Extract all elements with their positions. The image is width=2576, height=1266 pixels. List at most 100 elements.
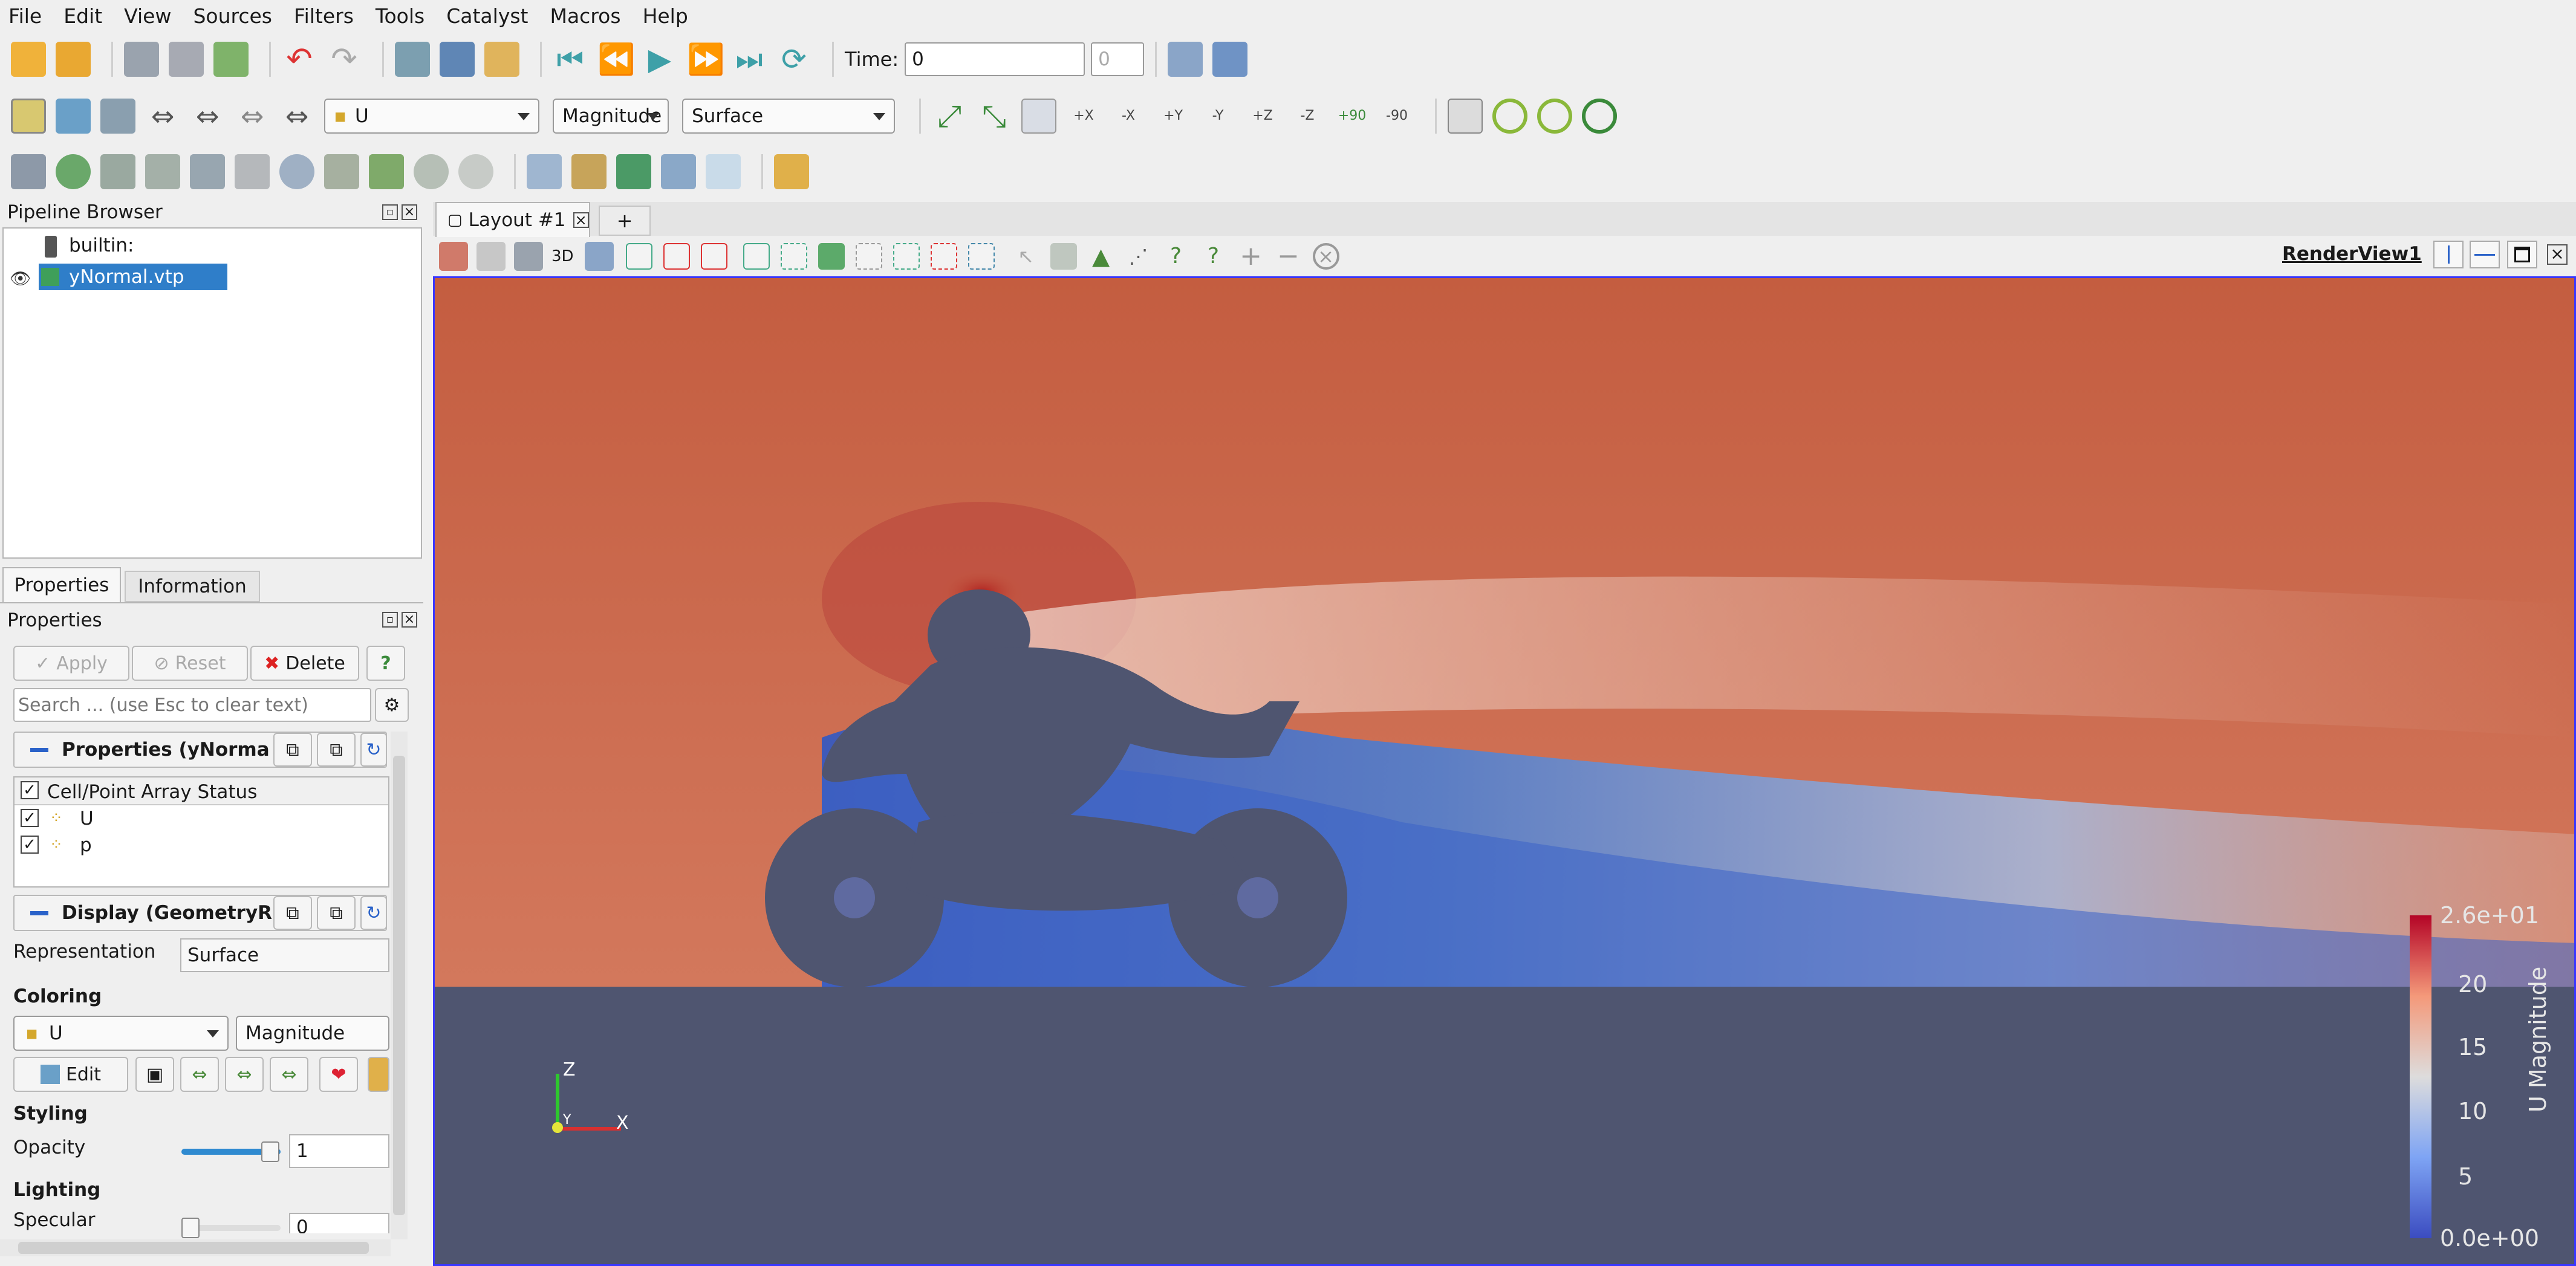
menu-help[interactable]: Help bbox=[643, 4, 688, 28]
paste-display-icon[interactable]: ⧉ bbox=[317, 896, 356, 930]
properties-vertical-scrollbar[interactable] bbox=[391, 732, 408, 1239]
next-frame-icon[interactable]: ⏩ bbox=[687, 42, 724, 77]
last-frame-icon[interactable]: ⏭ bbox=[732, 42, 767, 77]
menu-edit[interactable]: Edit bbox=[63, 4, 102, 28]
pipeline-root[interactable]: builtin: bbox=[69, 235, 134, 256]
menu-macros[interactable]: Macros bbox=[550, 4, 620, 28]
layout-tab[interactable]: ▢ Layout #1 × bbox=[435, 202, 590, 237]
menu-view[interactable]: View bbox=[124, 4, 171, 28]
toggle-3d-button[interactable]: 3D bbox=[551, 247, 574, 265]
threshold-icon[interactable] bbox=[190, 154, 225, 189]
menu-filters[interactable]: Filters bbox=[294, 4, 354, 28]
properties-search-input[interactable]: Search ... (use Esc to clear text) bbox=[13, 688, 371, 722]
view-minus-z-icon[interactable]: -Z bbox=[1290, 99, 1325, 134]
screenshot-icon[interactable] bbox=[514, 242, 543, 271]
camera-link-icon[interactable] bbox=[440, 42, 475, 77]
hover-cells-icon[interactable] bbox=[893, 243, 920, 270]
vertical-scroll-handle[interactable] bbox=[393, 756, 405, 1215]
open-recent-icon[interactable] bbox=[56, 42, 91, 77]
clip-icon[interactable] bbox=[100, 154, 135, 189]
rescale-custom-icon[interactable]: ⇔ bbox=[145, 99, 180, 134]
rescale-temporal-icon[interactable]: ⇔ bbox=[190, 99, 225, 134]
delete-button[interactable]: ✖ Delete bbox=[250, 646, 359, 681]
timestep-spinbox[interactable]: 0 bbox=[1091, 42, 1145, 76]
show-center-icon[interactable] bbox=[1582, 99, 1617, 134]
split-horizontal-icon[interactable] bbox=[2433, 241, 2464, 268]
rotate-plus-90-icon[interactable]: +90 bbox=[1335, 99, 1370, 134]
view-plus-z-icon[interactable]: +Z bbox=[1245, 99, 1280, 134]
edit-query-icon[interactable]: ? bbox=[1200, 243, 1227, 270]
capture-view-icon[interactable] bbox=[439, 242, 468, 271]
select-polygon-icon[interactable] bbox=[743, 243, 770, 270]
rescale-visible-range-icon[interactable]: ⇔ bbox=[270, 1057, 308, 1092]
restore-defaults-icon[interactable]: ↻ bbox=[360, 733, 387, 767]
horizontal-scroll-handle[interactable] bbox=[18, 1242, 369, 1254]
float-panel-icon[interactable]: ▫ bbox=[382, 612, 398, 628]
representation-selector[interactable]: Surface bbox=[682, 99, 895, 134]
find-data-icon[interactable] bbox=[1168, 42, 1203, 77]
plot-selection-over-time-icon[interactable] bbox=[616, 154, 651, 189]
representation-dropdown[interactable]: Surface bbox=[180, 938, 389, 972]
pipeline-item-selected[interactable]: yNormal.vtp bbox=[39, 264, 227, 290]
reset-button[interactable]: ⊘ Reset bbox=[132, 646, 248, 681]
group-datasets-icon[interactable] bbox=[414, 154, 449, 189]
histogram-icon[interactable] bbox=[706, 154, 741, 189]
menu-catalyst[interactable]: Catalyst bbox=[446, 4, 528, 28]
open-icon[interactable] bbox=[11, 42, 46, 77]
capture-all-icon[interactable] bbox=[476, 242, 506, 271]
close-panel-icon[interactable]: × bbox=[402, 204, 417, 220]
toggle-legend-icon[interactable] bbox=[368, 1057, 389, 1092]
first-frame-icon[interactable]: ⏮ bbox=[553, 42, 588, 77]
eye-icon[interactable]: 👁 bbox=[10, 268, 31, 288]
ruler-icon[interactable] bbox=[774, 154, 809, 189]
reload-icon[interactable] bbox=[213, 42, 249, 77]
split-vertical-icon[interactable] bbox=[2470, 241, 2500, 268]
contour-icon[interactable] bbox=[56, 154, 91, 189]
coloring-component-dropdown[interactable]: Magnitude bbox=[236, 1016, 389, 1051]
select-blocks-icon[interactable] bbox=[818, 243, 845, 270]
array-u-checkbox[interactable]: ✓ bbox=[21, 809, 39, 827]
add-selection-icon[interactable]: + bbox=[1238, 243, 1264, 270]
select-cells-on-icon[interactable] bbox=[625, 243, 652, 270]
restore-display-icon[interactable]: ↻ bbox=[360, 896, 387, 930]
favorite-color-map-icon[interactable]: ❤ bbox=[319, 1057, 358, 1092]
previous-frame-icon[interactable]: ⏪ bbox=[597, 42, 635, 77]
edit-color-map-icon[interactable] bbox=[56, 99, 91, 134]
rotate-minus-90-icon[interactable]: -90 bbox=[1379, 99, 1414, 134]
paste-properties-icon[interactable]: ⧉ bbox=[317, 733, 356, 767]
close-panel-icon[interactable]: × bbox=[402, 612, 417, 628]
float-panel-icon[interactable]: ▫ bbox=[382, 204, 398, 220]
select-points-on-icon[interactable] bbox=[663, 243, 690, 270]
stream-tracer-icon[interactable] bbox=[324, 154, 359, 189]
copy-display-icon[interactable]: ⧉ bbox=[273, 896, 312, 930]
clear-selection-icon[interactable]: × bbox=[1312, 243, 1339, 270]
array-selector[interactable]: ▪ U bbox=[324, 99, 539, 134]
close-tab-icon[interactable]: × bbox=[573, 212, 589, 228]
color-palette-icon[interactable] bbox=[484, 42, 519, 77]
loop-icon[interactable]: ⟳ bbox=[776, 42, 812, 77]
shrink-selection-icon[interactable] bbox=[1050, 243, 1077, 270]
component-selector[interactable]: Magnitude bbox=[553, 99, 669, 134]
connect-icon[interactable] bbox=[395, 42, 430, 77]
zoom-to-data-icon[interactable] bbox=[1212, 42, 1248, 77]
render-view[interactable]: 2.6e+01 20 15 10 5 0.0e+00 U Magnitude Z… bbox=[433, 276, 2576, 1266]
rescale-temporal-range-icon[interactable]: ⇔ bbox=[225, 1057, 264, 1092]
close-view-icon[interactable]: × bbox=[2547, 244, 2568, 265]
copy-properties-icon[interactable]: ⧉ bbox=[273, 733, 312, 767]
rescale-data-icon[interactable]: ⇔ bbox=[279, 99, 314, 134]
save-state-icon[interactable] bbox=[169, 42, 204, 77]
array-p-checkbox[interactable]: ✓ bbox=[21, 836, 39, 854]
calculator-icon[interactable] bbox=[11, 154, 46, 189]
add-layout-tab-button[interactable]: + bbox=[599, 206, 651, 236]
view-minus-y-icon[interactable]: -Y bbox=[1200, 99, 1235, 134]
select-query-icon[interactable]: ? bbox=[1163, 243, 1189, 270]
specular-slider-handle[interactable] bbox=[181, 1218, 200, 1238]
zoom-to-data-icon[interactable] bbox=[584, 242, 614, 271]
properties-horizontal-scrollbar[interactable] bbox=[0, 1239, 391, 1256]
advanced-properties-gear-icon[interactable]: ⚙ bbox=[375, 688, 409, 722]
tab-information[interactable]: Information bbox=[125, 571, 260, 602]
save-data-icon[interactable] bbox=[124, 42, 159, 77]
redo-icon[interactable]: ↷ bbox=[327, 42, 362, 77]
toggle-color-legend-icon[interactable] bbox=[11, 99, 46, 134]
select-points-polygon-icon[interactable] bbox=[780, 243, 807, 270]
